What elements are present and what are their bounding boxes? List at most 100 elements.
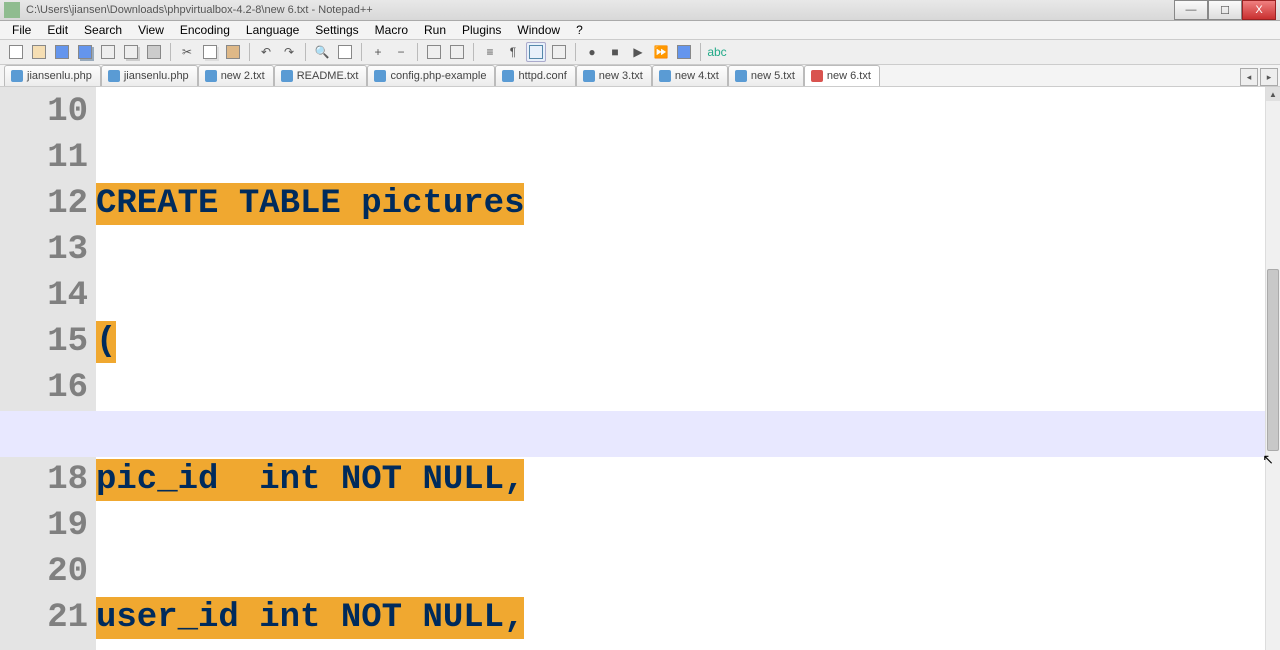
line-number: 16 xyxy=(0,365,88,411)
copy-icon[interactable] xyxy=(200,42,220,62)
menu-window[interactable]: Window xyxy=(509,21,568,39)
fast-macro-icon[interactable]: ⏩ xyxy=(651,42,671,62)
menu-file[interactable]: File xyxy=(4,21,39,39)
lang-select-icon[interactable] xyxy=(549,42,569,62)
tab[interactable]: jiansenlu.php xyxy=(101,65,198,86)
toolbar-separator xyxy=(170,43,171,61)
tab-label: new 5.txt xyxy=(751,70,795,82)
spellcheck-icon[interactable]: abc xyxy=(707,42,727,62)
cut-icon[interactable]: ✂ xyxy=(177,42,197,62)
line-number: 13 xyxy=(0,227,88,273)
scroll-up-arrow[interactable]: ▲ xyxy=(1266,87,1280,101)
maximize-button[interactable]: ☐ xyxy=(1208,0,1242,20)
sync-v-icon[interactable] xyxy=(424,42,444,62)
editor[interactable]: 10 11 12 13 14 15 16 17 18 19 20 21 CREA… xyxy=(0,87,1280,650)
all-chars-icon[interactable]: ¶ xyxy=(503,42,523,62)
toolbar-separator xyxy=(473,43,474,61)
tab-label: README.txt xyxy=(297,70,359,82)
tab-label: new 3.txt xyxy=(599,70,643,82)
tab-file-icon xyxy=(659,70,671,82)
undo-icon[interactable]: ↶ xyxy=(256,42,276,62)
sync-h-icon[interactable] xyxy=(447,42,467,62)
open-file-icon[interactable] xyxy=(29,42,49,62)
tab[interactable]: httpd.conf xyxy=(495,65,575,86)
toolbar-separator xyxy=(361,43,362,61)
close-button[interactable]: X xyxy=(1242,0,1276,20)
tab[interactable]: new 3.txt xyxy=(576,65,652,86)
tab-file-icon xyxy=(374,70,386,82)
tab-next-button[interactable]: ▸ xyxy=(1260,68,1278,86)
scroll-thumb[interactable] xyxy=(1267,269,1279,451)
paste-icon[interactable] xyxy=(223,42,243,62)
code-line: user_id int NOT NULL, xyxy=(96,597,524,639)
replace-icon[interactable] xyxy=(335,42,355,62)
tab-file-icon xyxy=(502,70,514,82)
tab[interactable]: config.php-example xyxy=(367,65,495,86)
menu-settings[interactable]: Settings xyxy=(307,21,366,39)
save-icon[interactable] xyxy=(52,42,72,62)
menu-search[interactable]: Search xyxy=(76,21,130,39)
wordwrap-icon[interactable]: ≡ xyxy=(480,42,500,62)
record-macro-icon[interactable]: ● xyxy=(582,42,602,62)
tab[interactable]: README.txt xyxy=(274,65,368,86)
tab-label: jiansenlu.php xyxy=(124,70,189,82)
line-number: 15 xyxy=(0,319,88,365)
line-number: 19 xyxy=(0,503,88,549)
save-macro-icon[interactable] xyxy=(674,42,694,62)
new-file-icon[interactable] xyxy=(6,42,26,62)
line-number: 12 xyxy=(0,181,88,227)
minimize-button[interactable]: — xyxy=(1174,0,1208,20)
stop-macro-icon[interactable]: ■ xyxy=(605,42,625,62)
tab[interactable]: new 2.txt xyxy=(198,65,274,86)
tab-label: new 4.txt xyxy=(675,70,719,82)
tab-active[interactable]: new 6.txt xyxy=(804,65,880,86)
zoom-in-icon[interactable]: + xyxy=(368,42,388,62)
tab-label: httpd.conf xyxy=(518,70,566,82)
menu-help[interactable]: ? xyxy=(568,21,591,39)
menu-run[interactable]: Run xyxy=(416,21,454,39)
play-macro-icon[interactable]: ▶ xyxy=(628,42,648,62)
save-all-icon[interactable] xyxy=(75,42,95,62)
tab[interactable]: new 4.txt xyxy=(652,65,728,86)
menu-view[interactable]: View xyxy=(130,21,172,39)
tab-label: new 2.txt xyxy=(221,70,265,82)
tab-file-icon xyxy=(108,70,120,82)
indent-guide-icon[interactable] xyxy=(526,42,546,62)
titlebar[interactable]: C:\Users\jiansen\Downloads\phpvirtualbox… xyxy=(0,0,1280,21)
close-file-icon[interactable] xyxy=(98,42,118,62)
tab-prev-button[interactable]: ◂ xyxy=(1240,68,1258,86)
tab[interactable]: jiansenlu.php xyxy=(4,65,101,86)
menu-language[interactable]: Language xyxy=(238,21,307,39)
menu-edit[interactable]: Edit xyxy=(39,21,76,39)
code-line: CREATE TABLE pictures xyxy=(96,183,524,225)
app-icon xyxy=(4,2,20,18)
line-number: 20 xyxy=(0,549,88,595)
redo-icon[interactable]: ↷ xyxy=(279,42,299,62)
find-icon[interactable]: 🔍 xyxy=(312,42,332,62)
toolbar: ✂ ↶ ↷ 🔍 + − ≡ ¶ ● ■ ▶ ⏩ abc xyxy=(0,40,1280,65)
print-icon[interactable] xyxy=(144,42,164,62)
vertical-scrollbar[interactable]: ▲ ▼ xyxy=(1265,87,1280,650)
tab-label: config.php-example xyxy=(390,70,486,82)
code-line: ( xyxy=(96,321,116,363)
menu-plugins[interactable]: Plugins xyxy=(454,21,509,39)
code-area[interactable]: CREATE TABLE pictures ( pic_id int NOT N… xyxy=(96,87,1265,650)
menu-macro[interactable]: Macro xyxy=(367,21,416,39)
tab-file-icon xyxy=(205,70,217,82)
toolbar-separator xyxy=(417,43,418,61)
close-all-icon[interactable] xyxy=(121,42,141,62)
menu-encoding[interactable]: Encoding xyxy=(172,21,238,39)
line-number: 21 xyxy=(0,595,88,641)
tab-file-icon xyxy=(11,70,23,82)
tab-nav: ◂ ▸ xyxy=(1240,68,1280,86)
line-number: 14 xyxy=(0,273,88,319)
zoom-out-icon[interactable]: − xyxy=(391,42,411,62)
tab-file-icon xyxy=(811,70,823,82)
tab[interactable]: new 5.txt xyxy=(728,65,804,86)
tab-label: jiansenlu.php xyxy=(27,70,92,82)
app-window: C:\Users\jiansen\Downloads\phpvirtualbox… xyxy=(0,0,1280,650)
tabbar: jiansenlu.php jiansenlu.php new 2.txt RE… xyxy=(0,65,1280,87)
menubar: File Edit Search View Encoding Language … xyxy=(0,21,1280,40)
tab-file-icon xyxy=(281,70,293,82)
tab-file-icon xyxy=(735,70,747,82)
